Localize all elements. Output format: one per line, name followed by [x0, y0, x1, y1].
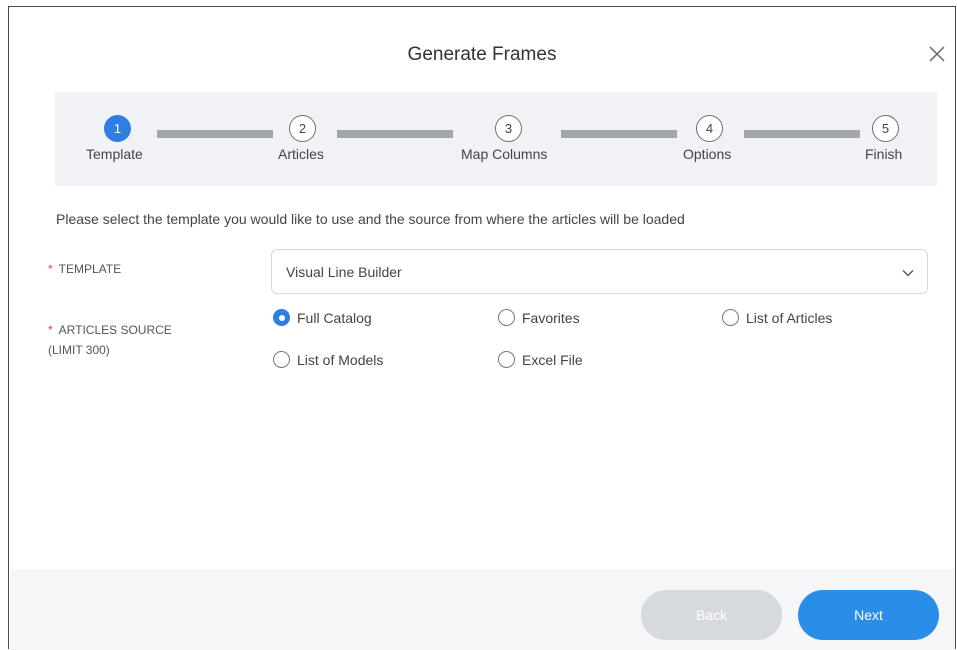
- radio-favorites[interactable]: Favorites: [498, 309, 580, 326]
- stepper: 1 Template 2 Articles 3 Map Columns 4 Op…: [55, 92, 937, 186]
- chevron-down-icon: [902, 270, 914, 277]
- step-5-circle[interactable]: 5: [872, 115, 899, 142]
- radio-button[interactable]: [498, 309, 515, 326]
- step-2-circle[interactable]: 2: [289, 115, 316, 142]
- radio-button[interactable]: [273, 351, 290, 368]
- intro-text: Please select the template you would lik…: [56, 211, 685, 227]
- template-label: * TEMPLATE: [48, 262, 121, 276]
- radio-list-of-models[interactable]: List of Models: [273, 351, 383, 368]
- dialog-footer: Back Next: [10, 569, 955, 650]
- articles-source-label-text: ARTICLES SOURCE: [58, 323, 172, 337]
- step-1-label: Template: [86, 146, 143, 162]
- radio-label: Excel File: [522, 351, 583, 368]
- template-label-text: TEMPLATE: [58, 262, 122, 276]
- template-select-value: Visual Line Builder: [286, 264, 402, 280]
- radio-label: Favorites: [522, 309, 580, 326]
- radio-label: List of Models: [297, 351, 384, 368]
- radio-excel-file[interactable]: Excel File: [498, 351, 583, 368]
- step-2-label: Articles: [278, 146, 324, 162]
- radio-full-catalog[interactable]: Full Catalog: [273, 309, 372, 326]
- step-3-circle[interactable]: 3: [495, 115, 522, 142]
- step-4-label: Options: [683, 146, 732, 162]
- step-connector: [337, 130, 453, 138]
- generate-frames-dialog: Generate Frames 1 Template 2 Articles 3 …: [8, 6, 956, 650]
- step-4-circle[interactable]: 4: [696, 115, 723, 142]
- required-marker: *: [48, 323, 53, 337]
- articles-source-sublabel: (LIMIT 300): [48, 343, 110, 357]
- step-connector: [744, 130, 860, 138]
- step-1-circle[interactable]: 1: [104, 115, 131, 142]
- step-connector: [561, 130, 677, 138]
- back-button[interactable]: Back: [641, 590, 782, 640]
- radio-label: Full Catalog: [297, 309, 372, 326]
- radio-button[interactable]: [722, 309, 739, 326]
- radio-button-checked[interactable]: [273, 309, 290, 326]
- next-button[interactable]: Next: [798, 590, 939, 640]
- step-3-label: Map Columns: [461, 146, 548, 162]
- required-marker: *: [48, 262, 53, 276]
- articles-source-label: * ARTICLES SOURCE (LIMIT 300): [48, 320, 172, 360]
- step-connector: [157, 130, 273, 138]
- radio-label: List of Articles: [746, 309, 833, 326]
- step-5-label: Finish: [865, 146, 903, 162]
- template-select[interactable]: Visual Line Builder: [271, 249, 928, 294]
- radio-button[interactable]: [498, 351, 515, 368]
- radio-list-of-articles[interactable]: List of Articles: [722, 309, 832, 326]
- dialog-title: Generate Frames: [407, 44, 557, 65]
- close-icon[interactable]: [927, 44, 947, 64]
